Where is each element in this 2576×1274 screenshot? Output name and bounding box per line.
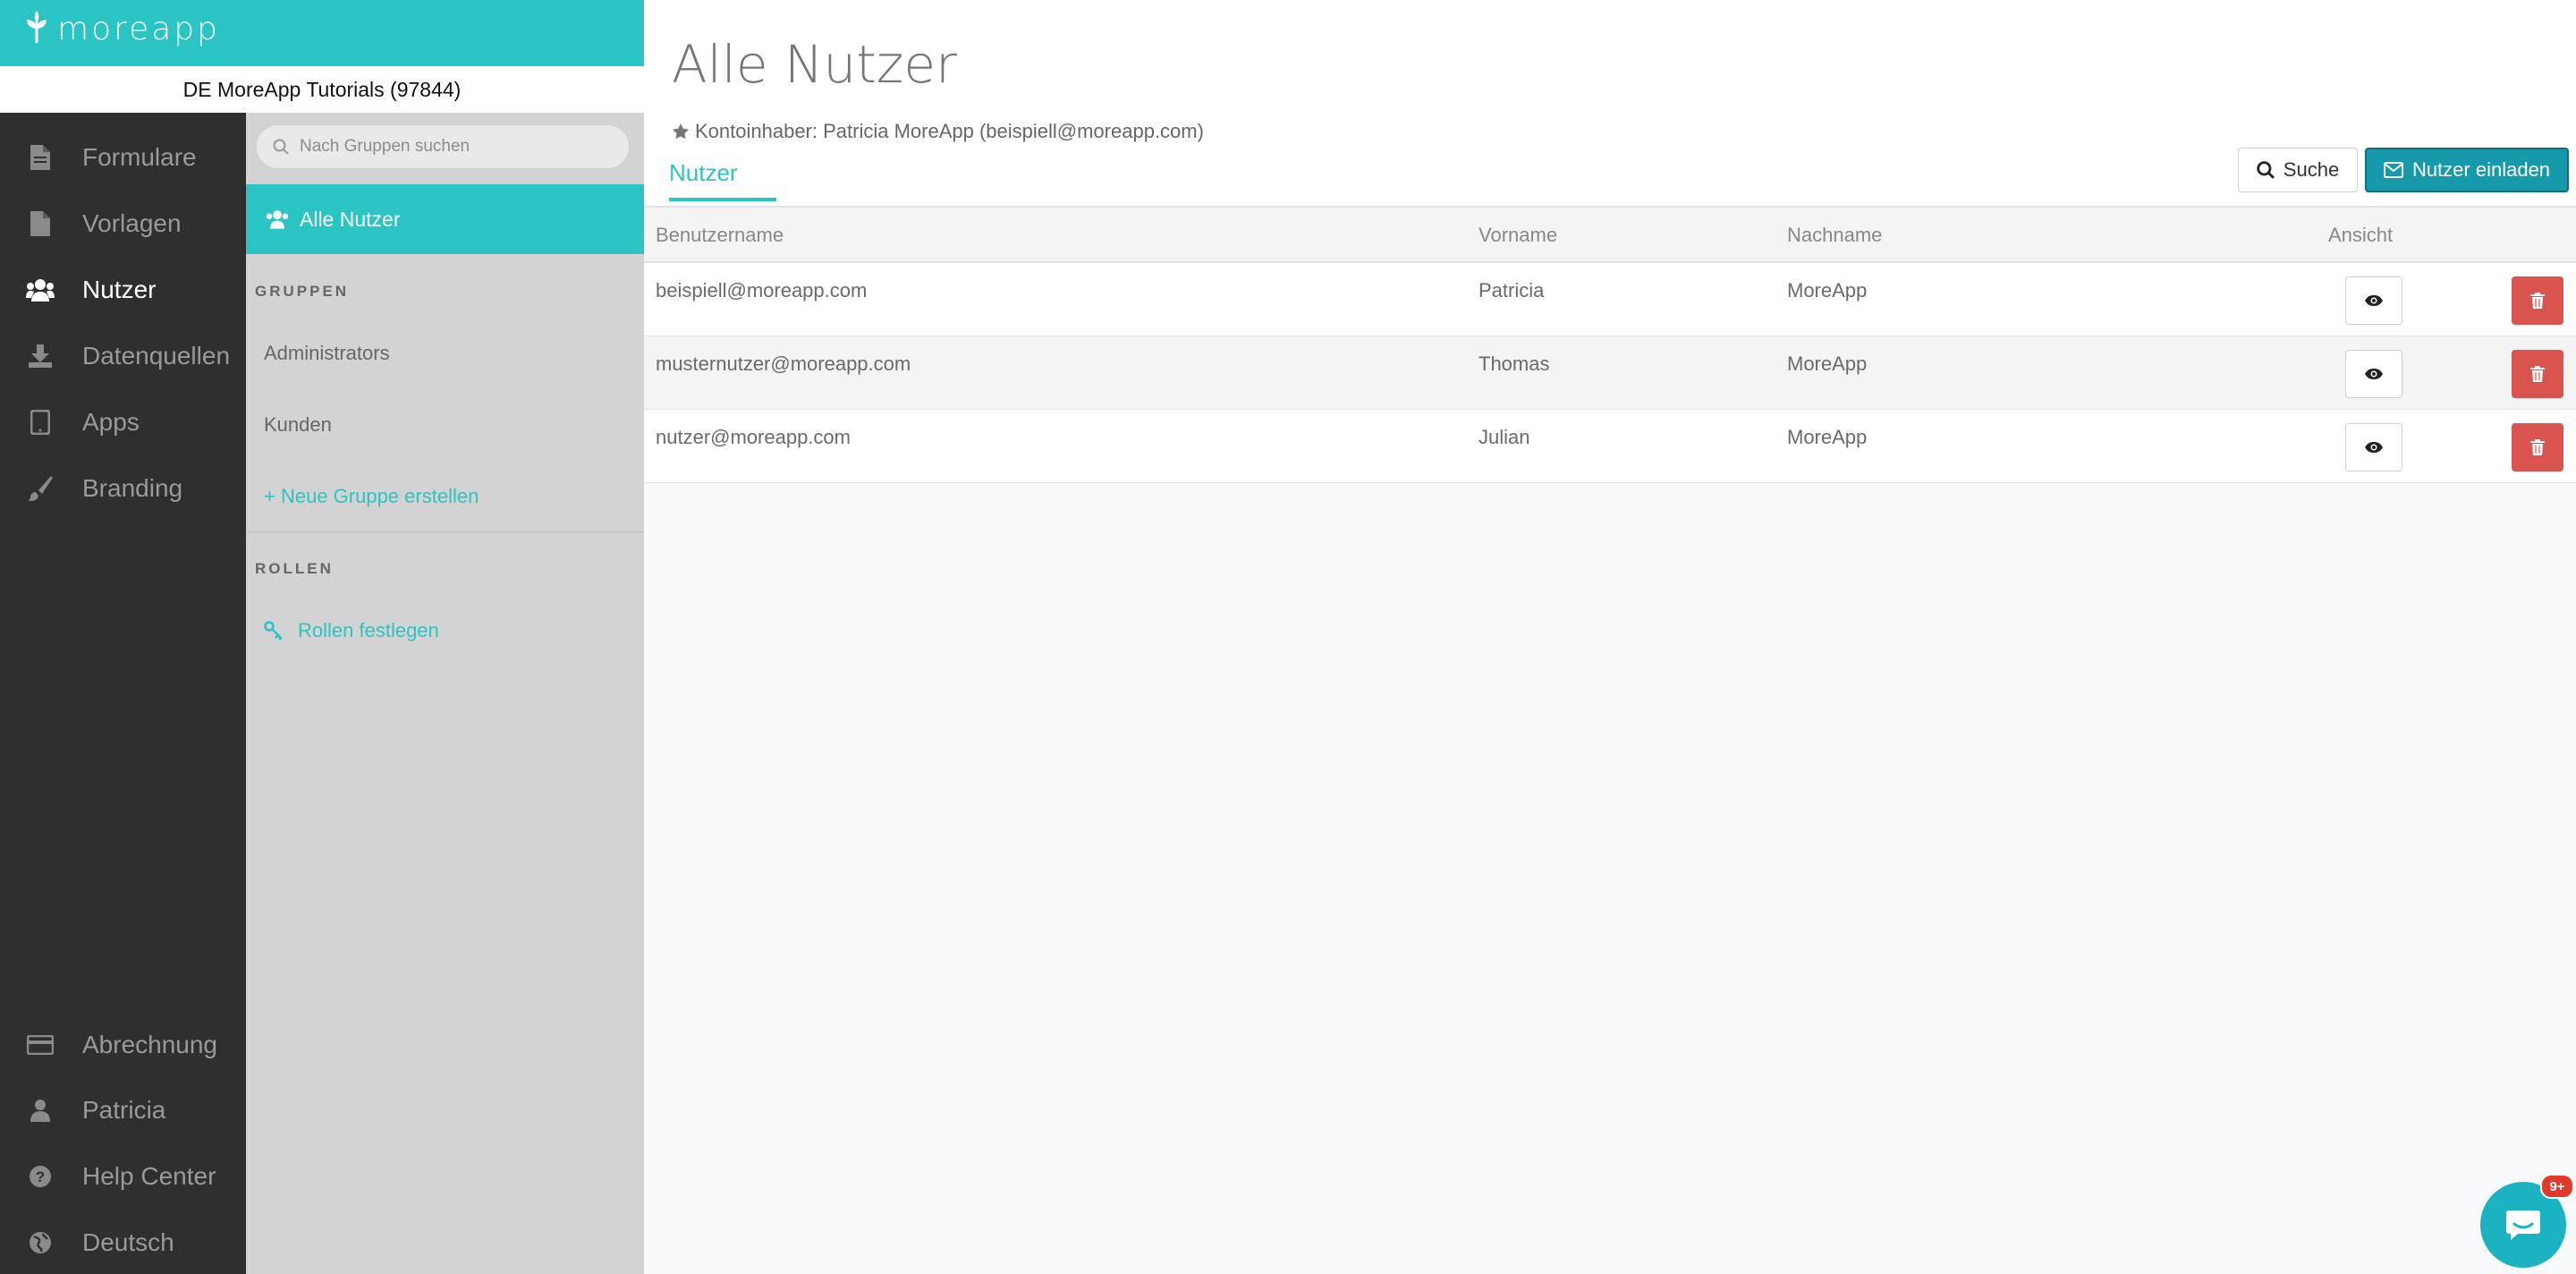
brush-icon <box>25 473 55 504</box>
group-label: Alle Nutzer <box>300 207 401 231</box>
brand-name: moreapp <box>57 11 221 47</box>
trash-icon <box>2530 439 2545 455</box>
nav-item-vorlagen[interactable]: Vorlagen <box>0 197 246 251</box>
page-header: Alle Nutzer Kontoinhaber: Patricia MoreA… <box>644 0 2576 208</box>
eye-icon <box>2364 294 2384 307</box>
eye-icon <box>2364 368 2384 380</box>
nav-item-language[interactable]: Deutsch <box>0 1216 246 1270</box>
question-icon: ? <box>25 1161 55 1192</box>
group-item-administrators[interactable]: Administrators <box>264 342 390 365</box>
user-icon <box>25 1095 55 1125</box>
groups-heading: GRUPPEN <box>255 283 350 300</box>
tab-users[interactable]: Nutzer <box>669 159 776 201</box>
notification-badge: 9+ <box>2540 1174 2574 1199</box>
cell-lastname: MoreApp <box>1787 426 1868 448</box>
account-name[interactable]: DE MoreApp Tutorials (97844) <box>0 66 644 113</box>
group-search-input[interactable] <box>298 136 606 157</box>
nav-label: Patricia <box>82 1096 166 1124</box>
page-title: Alle Nutzer <box>672 34 957 95</box>
cell-firstname: Thomas <box>1479 352 1550 375</box>
search-button-label: Suche <box>2283 158 2340 181</box>
trash-icon <box>2530 293 2545 309</box>
invite-user-button[interactable]: Nutzer einladen <box>2365 148 2569 192</box>
logo[interactable]: moreapp <box>25 11 220 47</box>
delete-user-button[interactable] <box>2512 276 2563 325</box>
search-icon <box>273 139 289 155</box>
column-username[interactable]: Benutzername <box>656 224 784 247</box>
table-row: beispiell@moreapp.com Patricia MoreApp <box>644 263 2576 336</box>
cell-username: musternutzer@moreapp.com <box>656 352 911 375</box>
column-lastname[interactable]: Nachname <box>1787 224 1882 247</box>
nav-item-help-center[interactable]: ? Help Center <box>0 1150 246 1203</box>
view-user-button[interactable] <box>2345 423 2402 471</box>
group-item-kunden[interactable]: Kunden <box>264 413 332 437</box>
leaf-logo-icon <box>25 11 48 47</box>
column-view: Ansicht <box>2328 224 2394 246</box>
brand-header: moreapp <box>0 0 644 66</box>
group-search-box[interactable] <box>257 125 629 168</box>
group-item-all-users[interactable]: Alle Nutzer <box>246 184 644 254</box>
main-sidebar: Formulare Vorlagen Nutzer Datenquellen A… <box>0 0 246 1274</box>
new-group-link[interactable]: + Neue Gruppe erstellen <box>264 485 479 508</box>
cell-username: nutzer@moreapp.com <box>656 426 851 448</box>
nav-label: Abrechnung <box>82 1031 218 1058</box>
tablet-icon <box>25 407 55 437</box>
template-icon <box>25 208 55 239</box>
groups-panel: Alle Nutzer GRUPPEN Administrators Kunde… <box>246 113 644 1274</box>
nav-item-datenquellen[interactable]: Datenquellen <box>0 329 246 383</box>
chat-icon <box>2505 1209 2541 1241</box>
nav-item-apps[interactable]: Apps <box>0 395 246 449</box>
credit-card-icon <box>25 1030 55 1060</box>
nav-label: Datenquellen <box>82 342 231 369</box>
nav-item-branding[interactable]: Branding <box>0 462 246 515</box>
nav-item-nutzer[interactable]: Nutzer <box>0 263 246 317</box>
nav-label: Vorlagen <box>82 209 182 237</box>
account-owner: Kontoinhaber: Patricia MoreApp (beispiel… <box>672 120 1204 143</box>
envelope-icon <box>2383 162 2412 178</box>
nav-item-formulare[interactable]: Formulare <box>0 131 246 184</box>
star-icon <box>672 123 690 140</box>
eye-icon <box>2364 441 2384 454</box>
cell-firstname: Patricia <box>1479 279 1545 302</box>
cell-firstname: Julian <box>1479 426 1530 448</box>
divider <box>246 531 644 532</box>
nav-item-abrechnung[interactable]: Abrechnung <box>0 1018 246 1072</box>
cell-username: beispiell@moreapp.com <box>656 279 868 302</box>
svg-text:?: ? <box>36 1168 45 1185</box>
set-roles-label: Rollen festlegen <box>298 619 439 641</box>
nav-label: Formulare <box>82 143 197 171</box>
account-owner-text: Kontoinhaber: Patricia MoreApp (beispiel… <box>695 120 1204 142</box>
nav-label: Deutsch <box>82 1228 174 1256</box>
users-icon <box>25 275 55 305</box>
table-header: Benutzername Vorname Nachname Ansicht <box>644 208 2576 263</box>
delete-user-button[interactable] <box>2512 423 2563 471</box>
cell-lastname: MoreApp <box>1787 279 1868 302</box>
file-icon <box>25 142 55 173</box>
cell-lastname: MoreApp <box>1787 352 1868 375</box>
delete-user-button[interactable] <box>2512 350 2563 398</box>
set-roles-link[interactable]: Rollen festlegen <box>264 619 439 642</box>
trash-icon <box>2530 366 2545 382</box>
roles-heading: ROLLEN <box>255 560 334 577</box>
search-icon <box>2257 161 2284 179</box>
download-icon <box>25 341 55 371</box>
invite-button-label: Nutzer einladen <box>2411 158 2551 181</box>
nav-item-profile[interactable]: Patricia <box>0 1083 246 1137</box>
table-row: musternutzer@moreapp.com Thomas MoreApp <box>644 336 2576 410</box>
column-firstname[interactable]: Vorname <box>1479 224 1557 247</box>
nav-label: Help Center <box>82 1162 216 1190</box>
nav-label: Apps <box>82 408 140 436</box>
view-user-button[interactable] <box>2345 276 2402 325</box>
globe-icon <box>25 1227 55 1258</box>
search-button[interactable]: Suche <box>2238 148 2358 192</box>
view-user-button[interactable] <box>2345 350 2402 398</box>
key-icon <box>264 621 284 641</box>
nav-label: Branding <box>82 474 183 502</box>
main-content: Alle Nutzer Kontoinhaber: Patricia MoreA… <box>644 0 2576 1274</box>
users-icon <box>266 209 289 229</box>
nav-label: Nutzer <box>82 276 157 303</box>
table-row: nutzer@moreapp.com Julian MoreApp <box>644 410 2576 483</box>
